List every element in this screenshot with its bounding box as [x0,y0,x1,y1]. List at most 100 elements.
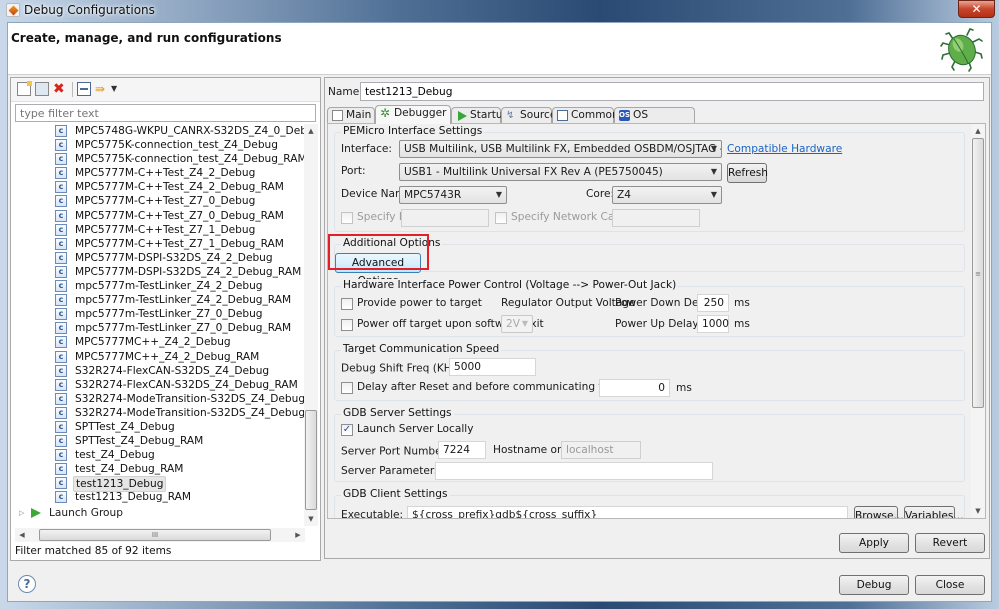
configuration-item[interactable]: c MPC5777MC++_Z4_2_Debug_RAM [15,350,308,364]
device-name-select[interactable]: MPC5743R ▼ [399,186,507,204]
power-up-delay-input[interactable]: 1000 [697,315,729,333]
server-port-input[interactable]: 7224 [438,441,486,459]
provide-power-checkbox[interactable] [341,298,353,310]
configuration-item-label: mpc5777m-TestLinker_Z4_2_Debug_RAM [75,294,292,307]
configuration-item[interactable]: c SPTTest_Z4_Debug_RAM [15,434,308,448]
name-input[interactable] [360,82,984,101]
chevron-down-icon: ▼ [710,144,717,153]
refresh-button[interactable]: Refresh [727,163,768,183]
power-off-checkbox[interactable] [341,319,353,331]
debug-shift-freq-input[interactable]: 5000 [449,358,536,376]
c-launch-config-icon: c [55,153,67,166]
configuration-item[interactable]: c S32R274-FlexCAN-S32DS_Z4_Debug [15,364,308,378]
scroll-right-icon[interactable]: ▶ [291,528,305,542]
configuration-item[interactable]: c test_Z4_Debug_RAM [15,462,308,476]
configuration-item[interactable]: c mpc5777m-TestLinker_Z7_0_Debug [15,307,308,321]
configuration-item-label: S32R274-FlexCAN-S32DS_Z4_Debug_RAM [75,378,298,391]
configuration-item-label: MPC5777M-DSPI-S32DS_Z4_2_Debug [75,251,273,264]
configuration-item-label: S32R274-ModeTransition-S32DS_Z4_Debug_RA… [75,406,308,419]
close-button[interactable]: Close [915,575,985,595]
server-parameters-input[interactable] [435,462,713,480]
c-launch-config-icon: c [55,251,67,264]
configuration-item[interactable]: c MPC5777M-C++Test_Z4_2_Debug [15,166,308,180]
executable-input[interactable]: ${cross_prefix}gdb${cross_suffix} [407,506,848,518]
configuration-item[interactable]: c test_Z4_Debug [15,448,308,462]
launch-server-locally-checkbox[interactable]: ✓ [341,424,353,436]
tree-horizontal-scrollbar[interactable]: ◀ III ▶ [15,528,305,542]
specify-network-card-ip-checkbox[interactable] [495,212,507,224]
expand-icon[interactable]: ▷ [19,505,24,521]
port-select[interactable]: USB1 - Multilink Universal FX Rev A (PE5… [399,163,722,181]
tab-startup[interactable]: Startup [451,107,509,123]
filter-input[interactable] [15,104,316,122]
bug-icon [940,28,983,72]
apply-button[interactable]: Apply [839,533,909,553]
filter-icon[interactable]: ⇛ [95,82,109,96]
scroll-up-icon[interactable]: ▲ [304,124,318,138]
new-configuration-icon[interactable] [17,81,32,96]
power-down-delay-input[interactable]: 250 [697,294,729,312]
collapse-all-icon[interactable] [77,82,91,96]
configuration-item[interactable]: c mpc5777m-TestLinker_Z4_2_Debug_RAM [15,293,308,307]
configuration-item[interactable]: c mpc5777m-TestLinker_Z7_0_Debug_RAM [15,321,308,335]
help-icon[interactable]: ? [18,575,36,593]
scroll-left-icon[interactable]: ◀ [15,528,29,542]
configuration-item[interactable]: c MPC5777M-C++Test_Z7_0_Debug [15,194,308,208]
configuration-item[interactable]: c MPC5775K-connection_test_Z4_Debug_RAM [15,152,308,166]
configuration-item-label: MPC5777M-C++Test_Z7_1_Debug [75,223,256,236]
tree-vertical-scrollbar[interactable]: ▲ ▼ [304,124,318,526]
configuration-item[interactable]: c MPC5777M-DSPI-S32DS_Z4_2_Debug [15,251,308,265]
debug-button[interactable]: Debug [839,575,909,595]
delay-after-reset-checkbox[interactable] [341,382,353,394]
browse-button[interactable]: Browse... [854,506,904,518]
configuration-item[interactable]: c MPC5777M-DSPI-S32DS_Z4_2_Debug_RAM [15,265,308,279]
window-close-button[interactable]: ✕ [958,0,995,18]
tab-main[interactable]: Main [327,107,375,123]
specify-ip-checkbox[interactable] [341,212,353,224]
configuration-item[interactable]: c S32R274-FlexCAN-S32DS_Z4_Debug_RAM [15,378,308,392]
voltage-select[interactable]: 2V ▼ [501,315,533,333]
compatible-hardware-link[interactable]: Compatible Hardware [727,143,842,155]
scroll-thumb[interactable]: III [39,529,271,541]
scroll-thumb[interactable]: ≡ [972,138,984,408]
configuration-item[interactable]: c S32R274-ModeTransition-S32DS_Z4_Debug [15,392,308,406]
configuration-item[interactable]: c SPTTest_Z4_Debug [15,420,308,434]
configuration-item[interactable]: c MPC5748G-WKPU_CANRX-S32DS_Z4_0_Debug_RA… [15,124,308,138]
configuration-item[interactable]: c MPC5775K-connection_test_Z4_Debug [15,138,308,152]
launch-group-node[interactable]: ▷ Launch Group [15,505,308,521]
revert-button[interactable]: Revert [915,533,985,553]
core-select[interactable]: Z4 ▼ [612,186,722,204]
configuration-item[interactable]: c MPC5777M-C++Test_Z4_2_Debug_RAM [15,180,308,194]
specify-ip-input[interactable] [401,209,489,227]
configuration-item[interactable]: c mpc5777m-TestLinker_Z4_2_Debug [15,279,308,293]
scroll-up-icon[interactable]: ▲ [971,124,985,138]
group-title: PEMicro Interface Settings [341,125,485,137]
configuration-item[interactable]: c MPC5777MC++_Z4_2_Debug [15,335,308,349]
variables-button[interactable]: Variables... [904,506,964,518]
scroll-down-icon[interactable]: ▼ [304,512,318,526]
duplicate-icon[interactable] [35,82,49,96]
tab-common[interactable]: Common [552,107,619,123]
scroll-down-icon[interactable]: ▼ [971,504,985,518]
configuration-item[interactable]: c MPC5777M-C++Test_Z7_0_Debug_RAM [15,209,308,223]
filter-dropdown-icon[interactable]: ▼ [111,82,125,96]
specify-network-card-ip-input[interactable] [612,209,700,227]
settings-vertical-scrollbar[interactable]: ▲ ≡ ▼ [971,124,985,518]
scroll-thumb[interactable] [305,410,317,510]
delay-unit: ms [676,382,692,394]
delete-icon[interactable]: ✖ [53,82,67,96]
interface-select[interactable]: USB Multilink, USB Multilink FX, Embedde… [399,140,722,158]
configuration-item[interactable]: c MPC5777M-C++Test_Z7_1_Debug [15,223,308,237]
tab-debugger[interactable]: ✲ Debugger [375,105,451,124]
configuration-item[interactable]: c S32R274-ModeTransition-S32DS_Z4_Debug_R… [15,406,308,420]
hostname-input[interactable]: localhost [561,441,641,459]
configuration-item[interactable]: c test1213_Debug_RAM [15,490,308,504]
debugger-tab-content: PEMicro Interface Settings Interface: US… [327,123,986,519]
window-title: Debug Configurations [24,3,155,17]
delay-after-reset-input[interactable]: 0 [599,379,670,397]
configuration-item[interactable]: c test1213_Debug [15,476,308,493]
configuration-item[interactable]: c MPC5777M-C++Test_Z7_1_Debug_RAM [15,237,308,251]
os-icon: OS [619,110,630,121]
tab-os-awareness[interactable]: OS OS Awareness [614,107,695,135]
tab-source[interactable]: ↯ Source [501,107,556,123]
